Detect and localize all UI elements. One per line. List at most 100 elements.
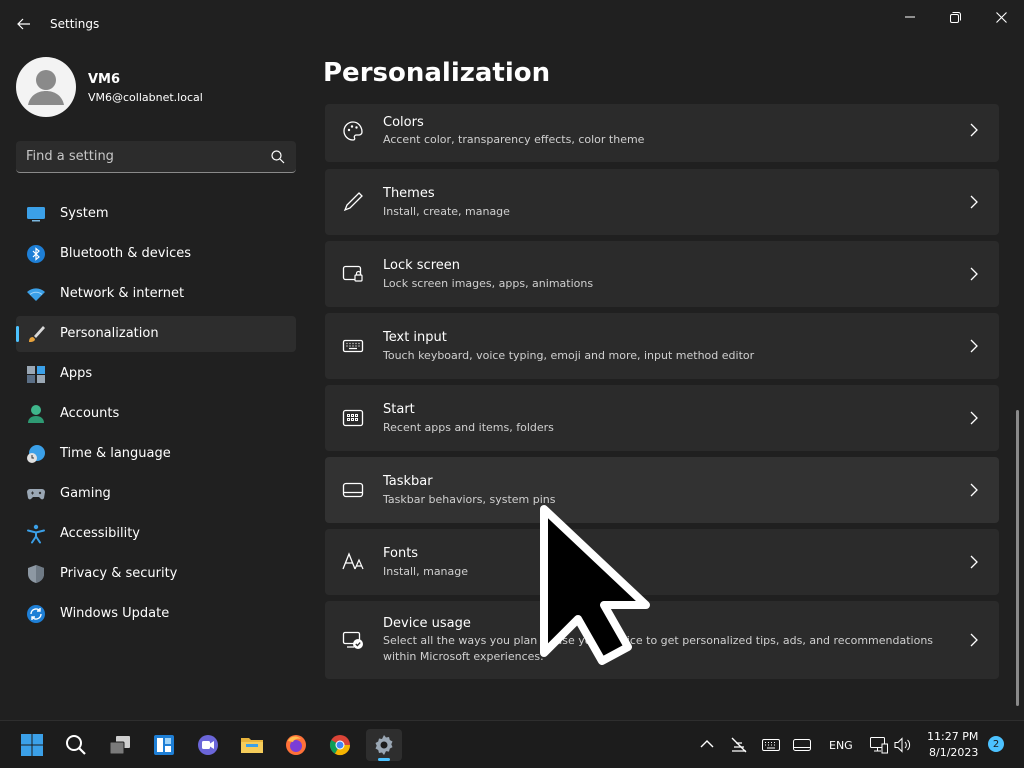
vertical-scrollbar[interactable] [1016, 410, 1019, 706]
minimize-icon [905, 16, 915, 18]
firefox-button[interactable] [278, 729, 314, 761]
settings-app-button[interactable] [366, 729, 402, 761]
back-button[interactable] [10, 10, 38, 38]
search-box[interactable] [16, 141, 296, 173]
accessibility-icon [27, 524, 45, 544]
windows-logo-icon [21, 734, 43, 756]
start-icon [342, 409, 364, 427]
chevron-right-icon [970, 339, 978, 353]
chevron-right-icon [970, 195, 978, 209]
card-title: Taskbar [383, 474, 433, 489]
chrome-icon [329, 735, 351, 756]
card-title: Fonts [383, 546, 419, 561]
restore-button[interactable] [932, 4, 978, 30]
widgets-icon [154, 735, 174, 755]
task-view-button[interactable] [102, 729, 138, 761]
sidebar-item-gaming[interactable]: Gaming [16, 476, 296, 512]
search-icon[interactable] [270, 149, 286, 165]
card-device-usage[interactable]: Device usage Select all the ways you pla… [325, 601, 999, 679]
update-icon [27, 605, 45, 623]
card-text-input[interactable]: Text input Touch keyboard, voice typing,… [325, 313, 999, 379]
monitor-icon [27, 207, 45, 222]
card-title: Text input [383, 330, 447, 345]
card-start[interactable]: Start Recent apps and items, folders [325, 385, 999, 451]
minimize-button[interactable] [887, 4, 933, 30]
task-view-icon [109, 736, 130, 755]
folder-icon [241, 738, 263, 753]
sidebar-item-label: Bluetooth & devices [60, 246, 191, 261]
back-arrow-icon [17, 18, 30, 30]
card-fonts[interactable]: Fonts Install, manage [325, 529, 999, 595]
sidebar-item-label: Accessibility [60, 526, 140, 541]
card-colors[interactable]: Colors Accent color, transparency effect… [325, 104, 999, 162]
sidebar-item-label: Time & language [60, 446, 171, 461]
sidebar-item-accessibility[interactable]: Accessibility [16, 516, 296, 552]
page-title: Personalization [323, 58, 551, 88]
shield-icon [28, 565, 44, 583]
globe-clock-icon [27, 445, 45, 463]
sidebar-item-label: Gaming [60, 486, 111, 501]
card-subtitle: Recent apps and items, folders [383, 421, 554, 434]
avatar[interactable] [16, 57, 76, 117]
close-button[interactable] [978, 4, 1024, 30]
palette-icon [343, 121, 363, 141]
input-language[interactable]: ENG [829, 739, 853, 752]
sidebar-item-privacy[interactable]: Privacy & security [16, 556, 296, 592]
clock-date[interactable]: 8/1/2023 [929, 746, 978, 759]
chevron-right-icon [970, 123, 978, 137]
card-subtitle: Touch keyboard, voice typing, emoji and … [383, 349, 755, 362]
windows-taskbar: ENG 11:27 PM 8/1/2023 [0, 720, 1024, 768]
user-email: VM6@collabnet.local [88, 91, 203, 104]
chevron-right-icon [970, 633, 978, 647]
widgets-button[interactable] [146, 729, 182, 761]
sidebar-item-label: System [60, 206, 109, 221]
chrome-button[interactable] [322, 729, 358, 761]
network-disconnected-icon[interactable] [730, 737, 748, 753]
card-themes[interactable]: Themes Install, create, manage [325, 169, 999, 235]
user-name: VM6 [88, 72, 121, 87]
chevron-right-icon [970, 411, 978, 425]
card-lock-screen[interactable]: Lock screen Lock screen images, apps, an… [325, 241, 999, 307]
device-usage-icon [342, 631, 363, 649]
card-title: Colors [383, 115, 424, 130]
start-button[interactable] [14, 729, 50, 761]
notification-badge[interactable]: 2 [988, 736, 1004, 752]
teams-chat-button[interactable] [190, 729, 226, 761]
card-subtitle: Install, create, manage [383, 205, 510, 218]
search-icon [66, 735, 86, 755]
selection-indicator [16, 326, 19, 342]
keyboard-icon[interactable] [762, 738, 780, 752]
card-title: Device usage [383, 616, 471, 631]
sidebar-item-bluetooth[interactable]: Bluetooth & devices [16, 236, 296, 272]
sidebar-nav: System Bluetooth & devices Network & int… [16, 196, 296, 636]
card-subtitle: Install, manage [383, 565, 469, 578]
sidebar-item-windows-update[interactable]: Windows Update [16, 596, 296, 632]
sidebar-item-accounts[interactable]: Accounts [16, 396, 296, 432]
taskbar-search-button[interactable] [58, 729, 94, 761]
sidebar-item-label: Network & internet [60, 286, 185, 301]
wifi-icon [27, 288, 45, 301]
file-explorer-button[interactable] [234, 729, 270, 761]
sidebar-item-personalization[interactable]: Personalization [16, 316, 296, 352]
apps-icon [27, 366, 45, 383]
card-title: Lock screen [383, 258, 460, 273]
taskbar-layout-icon[interactable] [793, 738, 811, 752]
keyboard-icon [342, 339, 364, 353]
sidebar-item-apps[interactable]: Apps [16, 356, 296, 392]
chat-icon [198, 735, 218, 755]
network-icon[interactable] [870, 736, 888, 754]
card-subtitle: Select all the ways you plan to use your… [383, 634, 934, 663]
app-title: Settings [50, 17, 100, 31]
sidebar-item-label: Windows Update [60, 606, 170, 621]
sidebar-item-time-language[interactable]: Time & language [16, 436, 296, 472]
card-taskbar[interactable]: Taskbar Taskbar behaviors, system pins [325, 457, 999, 523]
search-input[interactable] [26, 141, 266, 172]
card-subtitle: Lock screen images, apps, animations [383, 277, 594, 290]
clock-time[interactable]: 11:27 PM [927, 730, 978, 743]
sidebar-item-system[interactable]: System [16, 196, 296, 232]
volume-icon[interactable] [894, 737, 912, 753]
sidebar-item-network[interactable]: Network & internet [16, 276, 296, 312]
chevron-right-icon [970, 267, 978, 281]
close-icon [995, 11, 1007, 23]
chevron-up-icon[interactable] [700, 739, 714, 749]
